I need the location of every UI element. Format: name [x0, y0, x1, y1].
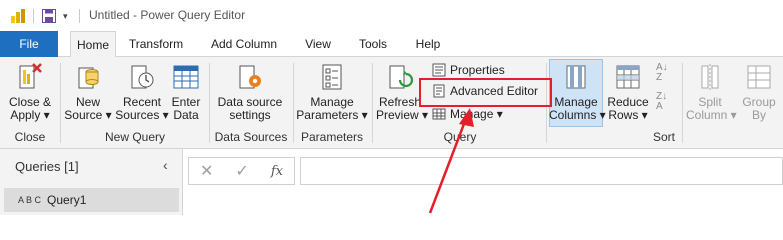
recent-sources-button[interactable]: Recent Sources ▾ [114, 62, 170, 122]
group-label-parameters: Parameters [300, 130, 364, 144]
group-divider [293, 63, 294, 143]
queries-pane-header: Queries [1] [15, 159, 79, 174]
commit-formula-icon[interactable]: ✓ [235, 161, 248, 181]
split-column-icon [701, 64, 719, 90]
group-by-button[interactable]: Group By [738, 62, 780, 122]
sort-descending-button[interactable]: Z↓ A [656, 92, 667, 112]
split-column-label: Column ▾ [686, 108, 737, 122]
enter-data-button[interactable]: Enter Data [170, 62, 202, 122]
group-label-close: Close [14, 130, 46, 144]
tab-help[interactable]: Help [408, 31, 448, 57]
sort-ascending-icon: A↓ Z [656, 62, 668, 83]
database-icon [78, 67, 99, 89]
manage-columns-button[interactable]: Manage Columns ▾ [549, 62, 606, 122]
group-label-query: Query [443, 130, 477, 144]
properties-icon [432, 63, 446, 77]
settings-gear-icon [239, 65, 261, 89]
fx-icon[interactable]: fx [271, 164, 283, 179]
manage-query-button[interactable]: Manage ▾ [432, 107, 503, 121]
reduce-rows-icon [616, 65, 640, 89]
title-bar: ▾ Untitled - Power Query Editor [0, 0, 783, 31]
close-apply-icon [19, 63, 42, 89]
query-list-item[interactable]: A B C Query1 [4, 188, 179, 212]
new-source-label: Source ▾ [64, 108, 112, 122]
query-name: Query1 [47, 193, 87, 207]
tab-home[interactable]: Home [70, 31, 116, 58]
queries-pane: Queries [1] ‹ A B C Query1 [0, 149, 183, 215]
group-divider [372, 63, 373, 143]
editor-body: Queries [1] ‹ A B C Query1 ✕ ✓ fx [0, 149, 783, 215]
parameters-icon [322, 64, 342, 90]
sort-ascending-button[interactable]: A↓ Z [656, 63, 668, 83]
manage-query-label: Manage ▾ [450, 107, 503, 121]
formula-bar-controls: ✕ ✓ fx [188, 157, 295, 185]
quick-access-dropdown-icon[interactable]: ▾ [63, 11, 68, 22]
close-apply-button[interactable]: Close & Apply ▾ [4, 62, 56, 122]
tab-file[interactable]: File [0, 31, 58, 57]
manage-parameters-button[interactable]: Manage Parameters ▾ [296, 62, 368, 122]
group-label-sort: Sort [652, 130, 675, 144]
group-label-new-query: New Query [104, 130, 166, 144]
data-source-settings-button[interactable]: Data source settings [214, 62, 286, 122]
manage-parameters-label: Parameters ▾ [296, 108, 368, 122]
table-icon [173, 65, 199, 89]
tab-transform[interactable]: Transform [124, 31, 188, 57]
group-divider [682, 63, 683, 143]
group-label-data-sources: Data Sources [214, 130, 288, 144]
window-title: Untitled - Power Query Editor [89, 8, 246, 22]
data-source-settings-label: settings [229, 108, 271, 122]
group-by-icon [747, 65, 771, 89]
refresh-icon [389, 65, 414, 89]
group-divider [60, 63, 61, 143]
enter-data-label: Data [173, 108, 199, 122]
manage-columns-label: Columns ▾ [549, 108, 606, 122]
close-apply-label: Apply ▾ [10, 108, 50, 122]
group-divider [209, 63, 210, 143]
tab-tools[interactable]: Tools [352, 31, 394, 57]
formula-input[interactable] [300, 157, 783, 185]
refresh-preview-button[interactable]: Refresh Preview ▾ [376, 62, 429, 122]
reduce-rows-button[interactable]: Reduce Rows ▾ [605, 62, 651, 122]
manage-table-icon [432, 108, 446, 120]
save-icon[interactable] [42, 9, 56, 23]
properties-button[interactable]: Properties [432, 63, 505, 77]
group-by-label: By [751, 108, 766, 122]
text-type-icon: A B C [18, 195, 42, 205]
reduce-rows-label: Rows ▾ [608, 108, 648, 122]
collapse-pane-icon[interactable]: ‹ [163, 157, 168, 173]
split-column-button[interactable]: Split Column ▾ [686, 62, 737, 122]
sort-descending-icon: Z↓ A [656, 91, 668, 112]
manage-columns-icon [566, 65, 586, 89]
tab-view[interactable]: View [298, 31, 338, 57]
ribbon-tab-bar: File Home Transform Add Column View Tool… [0, 31, 783, 58]
ribbon-home: Close & Apply ▾ Close New Source ▾ Recen… [0, 57, 783, 149]
recent-sources-label: Sources ▾ [115, 108, 169, 122]
annotation-highlight-box [419, 78, 552, 107]
tab-add-column[interactable]: Add Column [205, 31, 283, 57]
refresh-preview-label: Preview ▾ [376, 108, 429, 122]
title-separator [79, 9, 80, 23]
cancel-formula-icon[interactable]: ✕ [200, 161, 213, 181]
new-source-button[interactable]: New Source ▾ [64, 62, 112, 122]
clock-icon [131, 65, 154, 89]
title-separator [33, 9, 34, 23]
power-bi-logo-icon [11, 9, 25, 23]
properties-label: Properties [450, 63, 505, 77]
